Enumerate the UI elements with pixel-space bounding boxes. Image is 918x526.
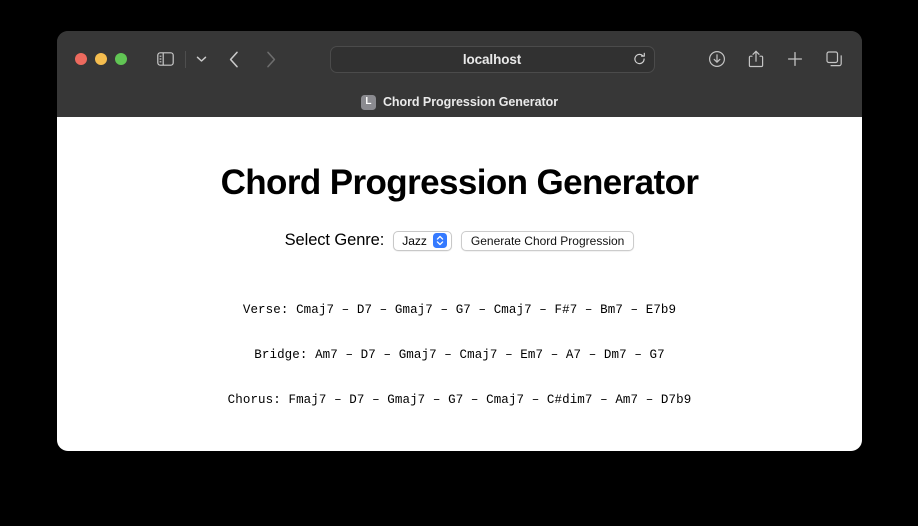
address-bar[interactable]: localhost (329, 45, 655, 73)
downloads-icon[interactable] (706, 48, 728, 70)
window-controls (75, 53, 127, 65)
toolbar-divider (185, 50, 186, 68)
select-stepper-icon[interactable] (432, 233, 447, 248)
genre-select-value: Jazz (402, 233, 427, 248)
address-bar-container: localhost (284, 45, 700, 73)
verse-line: Verse: Cmaj7 – D7 – Gmaj7 – G7 – Cmaj7 –… (242, 302, 677, 317)
back-chevron-icon[interactable] (221, 46, 247, 72)
sidebar-toggle-icon[interactable] (152, 46, 178, 72)
tab-chord-progression-generator[interactable]: L Chord Progression Generator (351, 93, 568, 112)
forward-chevron-icon[interactable] (258, 46, 284, 72)
close-button[interactable] (75, 53, 87, 65)
navigation-group (152, 46, 284, 72)
bridge-line: Bridge: Am7 – D7 – Gmaj7 – Cmaj7 – Em7 –… (254, 347, 665, 362)
page-content: Chord Progression Generator Select Genre… (57, 117, 862, 451)
genre-select[interactable]: Jazz (393, 230, 452, 251)
chevron-down-icon[interactable] (191, 46, 211, 72)
chord-progression-output: Verse: Cmaj7 – D7 – Gmaj7 – G7 – Cmaj7 –… (57, 273, 862, 438)
genre-controls: Select Genre: Jazz Generate Chord Progre… (57, 230, 862, 251)
favicon-icon: L (360, 94, 376, 110)
tab-bar: L Chord Progression Generator (57, 87, 862, 117)
minimize-button[interactable] (95, 53, 107, 65)
toolbar-actions (706, 48, 845, 70)
tab-title: Chord Progression Generator (382, 95, 559, 109)
tab-overview-icon[interactable] (823, 48, 845, 70)
maximize-button[interactable] (115, 53, 127, 65)
browser-chrome: localhost L Chord Progression Generator (57, 31, 862, 117)
browser-window: localhost L Chord Progression Generator … (57, 31, 862, 451)
browser-toolbar: localhost (57, 31, 862, 87)
address-bar-text: localhost (462, 51, 522, 67)
generate-chord-progression-button[interactable]: Generate Chord Progression (460, 230, 635, 251)
reload-icon[interactable] (633, 52, 646, 66)
share-icon[interactable] (745, 48, 767, 70)
genre-label: Select Genre: (284, 231, 385, 249)
page-title: Chord Progression Generator (220, 163, 699, 202)
new-tab-icon[interactable] (784, 48, 806, 70)
chorus-line: Chorus: Fmaj7 – D7 – Gmaj7 – G7 – Cmaj7 … (227, 392, 692, 407)
